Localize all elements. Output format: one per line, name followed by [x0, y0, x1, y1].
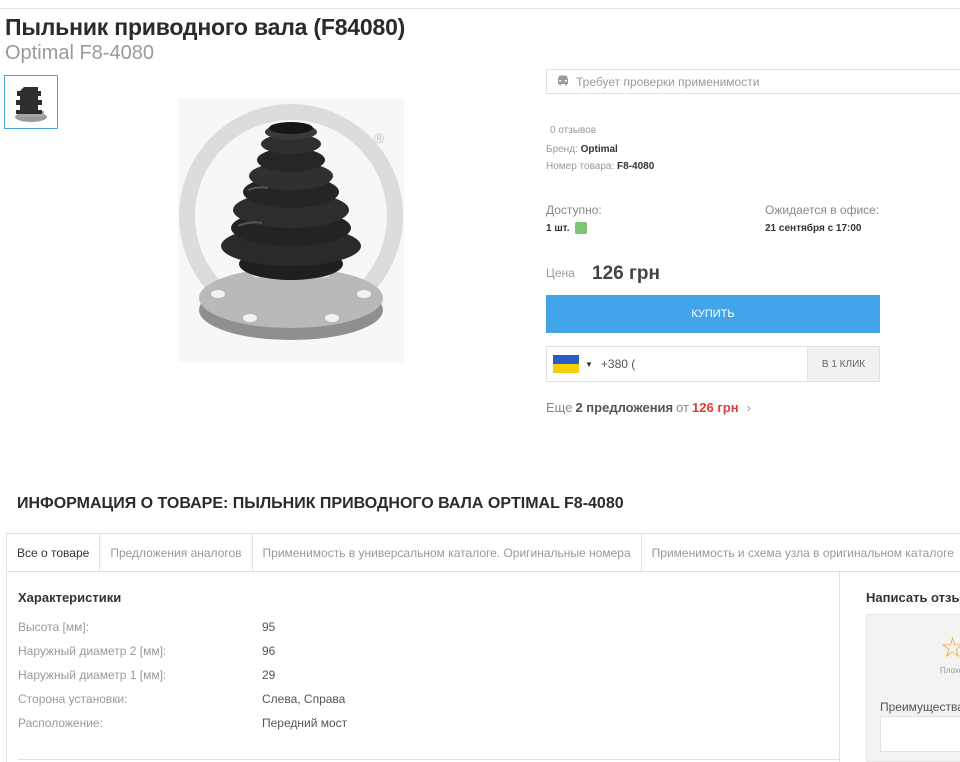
- one-click-order: ▼ в 1 клик: [546, 346, 880, 382]
- price-label: Цена: [546, 266, 575, 280]
- expected-value: 21 сентября с 17:00: [765, 223, 862, 234]
- spec-label: Расположение:: [18, 716, 103, 730]
- product-main-image[interactable]: ®: [178, 98, 404, 362]
- reviews-count[interactable]: 0 отзывов: [550, 125, 596, 136]
- tab-content-panel: [6, 572, 840, 762]
- characteristics-title: Характеристики: [18, 590, 122, 605]
- spec-value: 29: [262, 668, 276, 682]
- spec-value: 96: [262, 644, 276, 658]
- brand-line: Бренд: Optimal: [546, 144, 618, 155]
- star-icon[interactable]: ☆: [940, 634, 960, 662]
- page-title: Пыльник приводного вала (F84080): [5, 14, 406, 40]
- tab-universal-catalog[interactable]: Применимость в универсальном каталоге. О…: [253, 534, 642, 571]
- stock-indicator-icon: [575, 222, 588, 234]
- spec-value: 95: [262, 620, 276, 634]
- phone-input[interactable]: [592, 347, 807, 381]
- offers-prefix: Еще: [546, 400, 573, 415]
- pros-input[interactable]: [880, 716, 960, 752]
- spec-label: Наружный диаметр 1 [мм]:: [18, 668, 167, 682]
- offers-price: 126 грн: [692, 400, 739, 415]
- spec-value: Слева, Справа: [262, 692, 346, 706]
- pros-label: Преимущества: [880, 700, 960, 714]
- spec-label: Высота [мм]:: [18, 620, 90, 634]
- partno-label: Номер товара:: [546, 161, 615, 172]
- ukraine-flag-icon: [553, 355, 579, 373]
- car-icon: [556, 74, 570, 89]
- partno-line: Номер товара: F8-4080: [546, 161, 654, 172]
- product-thumbnail[interactable]: [4, 75, 58, 129]
- applicability-text: Требует проверки применимости: [576, 74, 760, 89]
- buy-button[interactable]: купить: [546, 295, 880, 333]
- brand-label: Бренд:: [546, 144, 578, 155]
- info-tabs: Все о товаре Предложения аналогов Примен…: [6, 533, 960, 572]
- tab-all-about[interactable]: Все о товаре: [6, 534, 101, 571]
- price-value: 126 грн: [592, 263, 660, 284]
- one-click-button[interactable]: в 1 клик: [807, 347, 879, 381]
- page-subtitle: Optimal F8-4080: [5, 42, 154, 64]
- rating-label: Плохо: [940, 666, 960, 675]
- tab-original-catalog[interactable]: Применимость и схема узла в оригинальном…: [642, 534, 960, 571]
- available-label: Доступно:: [546, 203, 602, 217]
- top-divider: [0, 8, 960, 9]
- brand-value: Optimal: [580, 144, 618, 155]
- more-offers-link[interactable]: Еще 2 предложения от 126 грн ›: [546, 400, 751, 415]
- svg-text:®: ®: [374, 130, 385, 146]
- tab-analogs[interactable]: Предложения аналогов: [100, 534, 253, 571]
- expected-label: Ожидается в офисе:: [765, 203, 880, 217]
- spec-label: Сторона установки:: [18, 692, 128, 706]
- specs-divider: [18, 759, 840, 760]
- available-quantity: 1 шт.: [546, 222, 570, 234]
- chevron-right-icon: ›: [746, 400, 751, 415]
- available-value: 1 шт.: [546, 222, 588, 234]
- country-selector[interactable]: ▼: [547, 347, 593, 381]
- spec-label: Наружный диаметр 2 [мм]:: [18, 644, 167, 658]
- spec-value: Передний мост: [262, 716, 348, 730]
- offers-from: от: [676, 400, 690, 415]
- write-review-title: Написать отзыв: [866, 590, 960, 605]
- info-heading: Информация о товаре: Пыльник приводного …: [17, 495, 624, 512]
- caret-down-icon: ▼: [585, 359, 593, 369]
- offers-count: 2 предложения: [575, 400, 674, 415]
- partno-value: F8-4080: [617, 161, 655, 172]
- applicability-check[interactable]: Требует проверки применимости: [546, 69, 960, 94]
